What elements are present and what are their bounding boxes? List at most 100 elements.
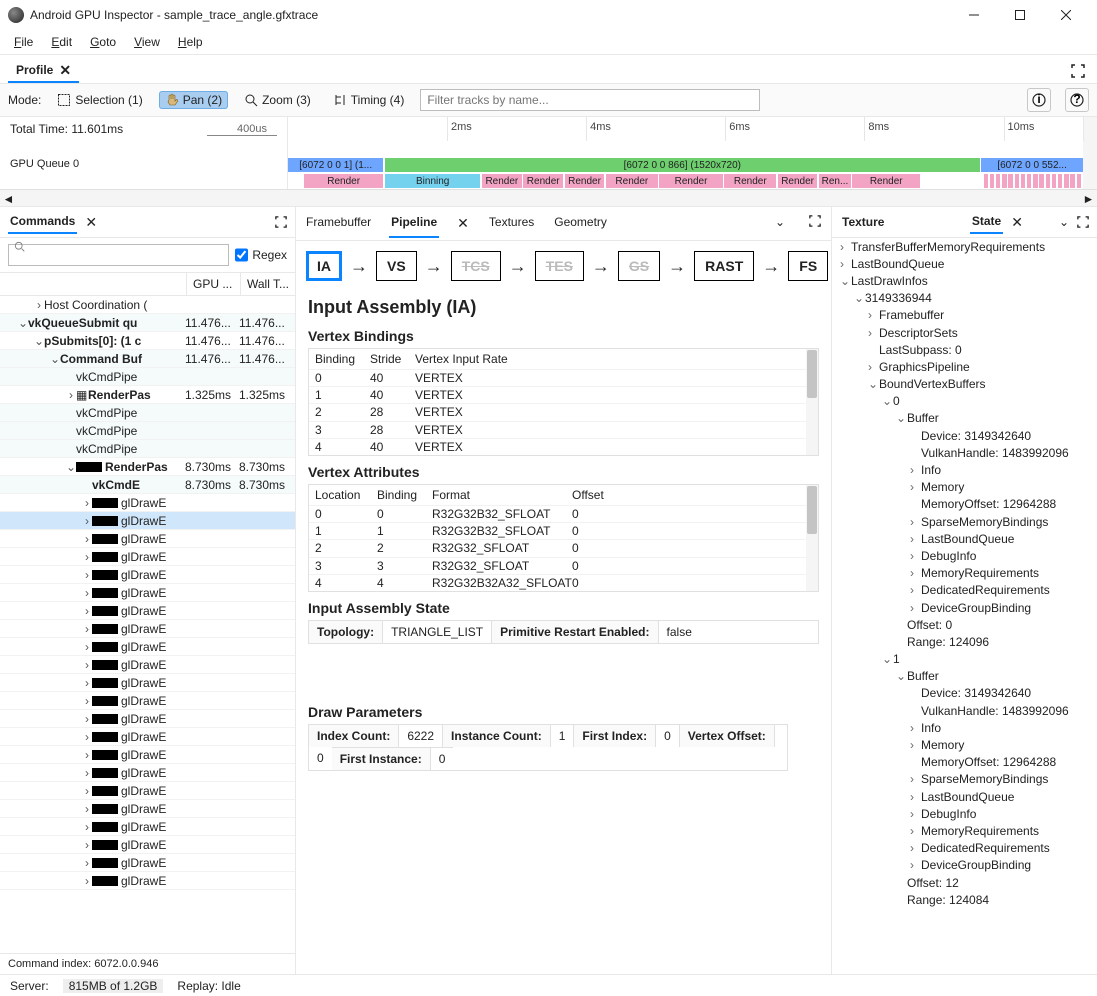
tree-item[interactable]: ›GraphicsPipeline — [832, 358, 1097, 375]
table-row[interactable]: ›glDrawE — [0, 782, 295, 800]
tree-item[interactable]: ›LastBoundQueue — [832, 530, 1097, 547]
table-row[interactable]: vkCmdPipe — [0, 440, 295, 458]
table-row[interactable]: vkCmdPipe — [0, 422, 295, 440]
tree-item[interactable]: ⌄0 — [832, 393, 1097, 410]
tab-geometry[interactable]: Geometry — [552, 209, 609, 238]
tree-item[interactable]: ›DescriptorSets — [832, 324, 1097, 341]
chevron-down-icon[interactable]: ⌄ — [769, 209, 791, 238]
close-icon[interactable]: ✕ — [59, 63, 71, 77]
stage-ia[interactable]: IA — [306, 251, 342, 281]
table-row[interactable]: ›glDrawE — [0, 746, 295, 764]
menu-goto[interactable]: Goto — [82, 32, 124, 52]
tree-item[interactable]: ›DedicatedRequirements — [832, 840, 1097, 857]
table-row[interactable]: ⌄pSubmits[0]: (1 c11.476...11.476... — [0, 332, 295, 350]
fullscreen-icon[interactable] — [1067, 60, 1089, 82]
timeline-segment[interactable]: Render — [778, 174, 818, 188]
stage-tcs[interactable]: TCS — [451, 251, 501, 281]
tab-texture[interactable]: Texture — [840, 211, 886, 233]
horizontal-scrollbar[interactable]: ◄► — [0, 189, 1097, 206]
table-row[interactable]: ›glDrawE — [0, 494, 295, 512]
tree-item[interactable]: Device: 3149342640 — [832, 685, 1097, 702]
close-button[interactable] — [1043, 0, 1089, 30]
tree-item[interactable]: ›Memory — [832, 736, 1097, 753]
tree-item[interactable]: ⌄1 — [832, 651, 1097, 668]
tree-item[interactable]: Offset: 0 — [832, 616, 1097, 633]
info-button[interactable]: i — [1027, 88, 1051, 112]
table-row[interactable]: ›glDrawE — [0, 710, 295, 728]
tree-item[interactable]: MemoryOffset: 12964288 — [832, 496, 1097, 513]
tab-pipeline[interactable]: Pipeline — [389, 209, 439, 238]
tree-item[interactable]: ›DebugInfo — [832, 805, 1097, 822]
minimize-button[interactable] — [951, 0, 997, 30]
regex-checkbox[interactable]: Regex — [235, 244, 287, 266]
mode-selection[interactable]: Selection (1) — [51, 91, 148, 109]
tree-item[interactable]: ›Framebuffer — [832, 307, 1097, 324]
expand-icon[interactable] — [275, 216, 287, 228]
tree-item[interactable]: ›MemoryRequirements — [832, 822, 1097, 839]
filter-input[interactable] — [420, 89, 760, 111]
timeline-segment[interactable]: Render — [852, 174, 920, 188]
help-button[interactable]: ? — [1065, 88, 1089, 112]
tree-item[interactable]: Device: 3149342640 — [832, 427, 1097, 444]
table-row[interactable]: ›glDrawE — [0, 512, 295, 530]
table-row[interactable]: ›Host Coordination ( — [0, 296, 295, 314]
stage-vs[interactable]: VS — [376, 251, 417, 281]
tree-item[interactable]: ›Info — [832, 461, 1097, 478]
tree-item[interactable]: ›MemoryRequirements — [832, 565, 1097, 582]
maximize-button[interactable] — [997, 0, 1043, 30]
table-row[interactable]: ⌄Command Buf11.476...11.476... — [0, 350, 295, 368]
gpu-queue-label[interactable]: GPU Queue 0 — [0, 157, 288, 173]
timeline-segment[interactable]: Render — [482, 174, 522, 188]
close-icon[interactable]: ✕ — [455, 209, 471, 238]
tree-item[interactable]: ⌄Buffer — [832, 668, 1097, 685]
timeline-block[interactable]: [6072 0 0 866] (1520x720) — [385, 158, 980, 172]
tree-item[interactable]: MemoryOffset: 12964288 — [832, 754, 1097, 771]
stage-rast[interactable]: RAST — [694, 251, 754, 281]
table-row[interactable]: ›glDrawE — [0, 800, 295, 818]
timeline-segment[interactable]: Render — [565, 174, 605, 188]
tab-state[interactable]: State — [970, 210, 1003, 234]
tree-item[interactable]: ›DedicatedRequirements — [832, 582, 1097, 599]
tree-item[interactable]: ›LastBoundQueue — [832, 255, 1097, 272]
expand-icon[interactable] — [807, 209, 823, 238]
table-row[interactable]: ›glDrawE — [0, 872, 295, 890]
gpu-queue-track[interactable]: [6072 0 0 1] (1... [6072 0 0 866] (1520x… — [288, 157, 1083, 173]
timeline-segment[interactable]: Render — [724, 174, 776, 188]
table-row[interactable]: ›glDrawE — [0, 584, 295, 602]
tree-item[interactable]: ⌄BoundVertexBuffers — [832, 376, 1097, 393]
table-row[interactable]: ›glDrawE — [0, 764, 295, 782]
timeline-segment[interactable]: Render — [304, 174, 384, 188]
tree-item[interactable]: ⌄Buffer — [832, 410, 1097, 427]
table-row[interactable]: ›glDrawE — [0, 836, 295, 854]
timeline-segment[interactable]: Ren... — [819, 174, 851, 188]
tree-item[interactable]: VulkanHandle: 1483992096 — [832, 702, 1097, 719]
table-row[interactable]: ›glDrawE — [0, 656, 295, 674]
tree-item[interactable]: ›DebugInfo — [832, 547, 1097, 564]
table-row[interactable]: ›glDrawE — [0, 620, 295, 638]
tree-item[interactable]: LastSubpass: 0 — [832, 341, 1097, 358]
tree-item[interactable]: ›Info — [832, 719, 1097, 736]
table-row[interactable]: ⌄vkQueueSubmit qu11.476...11.476... — [0, 314, 295, 332]
table-row[interactable]: ›glDrawE — [0, 530, 295, 548]
table-row[interactable]: vkCmdPipe — [0, 368, 295, 386]
tree-item[interactable]: Offset: 12 — [832, 874, 1097, 891]
timeline-segment[interactable]: Render — [606, 174, 658, 188]
tree-item[interactable]: ›Memory — [832, 479, 1097, 496]
timeline-block[interactable]: [6072 0 0 552... — [981, 158, 1083, 172]
stage-fs[interactable]: FS — [788, 251, 828, 281]
tree-item[interactable]: Range: 124096 — [832, 633, 1097, 650]
tree-item[interactable]: ›SparseMemoryBindings — [832, 771, 1097, 788]
mode-pan[interactable]: Pan (2) — [159, 91, 228, 109]
table-row[interactable]: ›glDrawE — [0, 566, 295, 584]
gpu-subtrack[interactable]: RenderBinningRenderRenderRenderRenderRen… — [288, 173, 1083, 189]
time-axis[interactable]: 2ms4ms6ms8ms10ms — [288, 117, 1083, 141]
table-row[interactable]: ›▦RenderPas1.325ms1.325ms — [0, 386, 295, 404]
menu-file[interactable]: File — [6, 32, 41, 52]
table-row[interactable]: ›glDrawE — [0, 638, 295, 656]
col-wall[interactable]: Wall T... — [241, 273, 295, 295]
commands-search-input[interactable] — [8, 244, 229, 266]
table-row[interactable]: ›glDrawE — [0, 692, 295, 710]
tree-item[interactable]: ›DeviceGroupBinding — [832, 599, 1097, 616]
table-row[interactable]: ›glDrawE — [0, 548, 295, 566]
mode-timing[interactable]: Timing (4) — [327, 91, 411, 109]
